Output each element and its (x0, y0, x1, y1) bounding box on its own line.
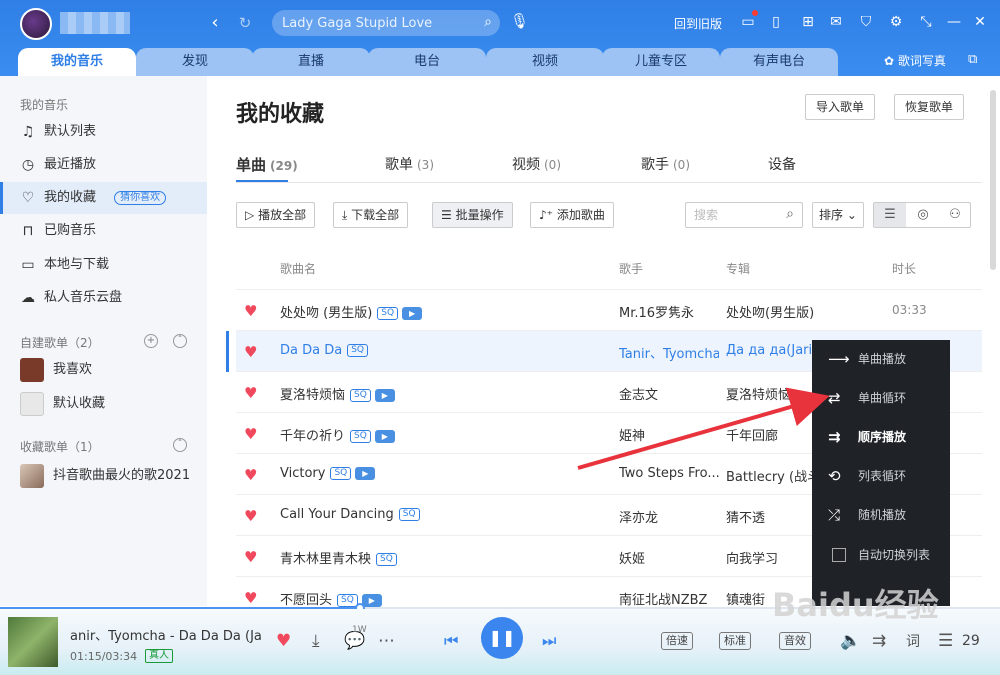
previous-track-icon[interactable]: ⏮ (444, 631, 458, 651)
sound-effect-button[interactable]: 音效 (779, 632, 811, 650)
download-vip-icon[interactable]: ⤓ (312, 631, 320, 651)
lyric-button[interactable]: 词 (906, 631, 920, 651)
comment-count: 1W (352, 625, 367, 635)
quality-button[interactable]: 标准 (719, 632, 751, 650)
annotation-arrow (577, 387, 830, 470)
queue-count: 29 (962, 633, 980, 649)
more-options-icon[interactable]: ⋯ (378, 631, 395, 651)
album-cover[interactable] (8, 617, 58, 667)
next-track-icon[interactable]: ⏭ (542, 631, 556, 651)
like-heart-icon[interactable]: ♥ (276, 631, 291, 651)
playlist-queue-icon[interactable]: ☰ (938, 631, 953, 651)
volume-icon[interactable]: 🔈 (840, 631, 861, 651)
vocal-tag[interactable]: 真人 (145, 649, 173, 663)
baidu-watermark: Baidu经验 (772, 586, 939, 624)
annotation-arrow-line (577, 387, 830, 470)
playback-time: 01:15/03:34 (70, 650, 138, 663)
play-mode-icon[interactable]: ⇉ (872, 631, 886, 651)
pause-button[interactable]: ❚❚ (481, 617, 523, 659)
speed-button[interactable]: 倍速 (661, 632, 693, 650)
now-playing-title[interactable]: anir、Tyomcha - Da Da Da (Jarico Remix) (70, 625, 262, 644)
